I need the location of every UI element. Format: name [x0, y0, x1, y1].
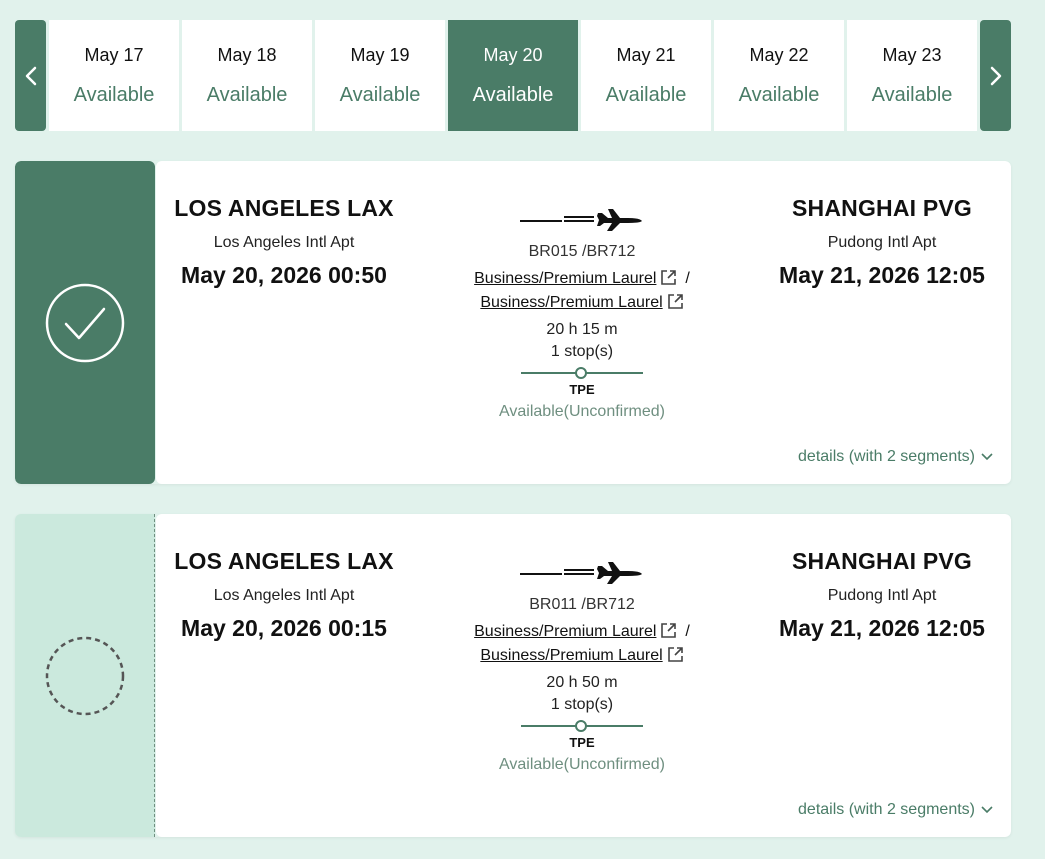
destination-block: SHANGHAI PVG Pudong Intl Apt May 21, 202…	[752, 195, 1011, 289]
arrival-datetime: May 21, 2026 12:05	[779, 615, 985, 641]
stop-airport-code: TPE	[569, 382, 595, 397]
chevron-down-icon	[981, 453, 993, 461]
destination-city: SHANGHAI PVG	[791, 195, 973, 221]
departure-datetime: May 20, 2026 00:50	[181, 262, 387, 288]
route-line	[521, 367, 643, 379]
flight-numbers: BR011 /BR712	[529, 596, 635, 613]
origin-airport: Los Angeles Intl Apt	[213, 234, 355, 251]
origin-airport: Los Angeles Intl Apt	[213, 587, 355, 604]
date-tab[interactable]: May 18 Available	[182, 20, 312, 131]
origin-block: LOS ANGELES LAX Los Angeles Intl Apt May…	[154, 548, 414, 642]
date-label: May 22	[749, 44, 809, 65]
flight-route-info: BR011 /BR712 Business/Premium Laurel / Bu…	[452, 558, 712, 774]
next-dates-button[interactable]	[980, 20, 1011, 131]
stop-dot	[575, 367, 587, 379]
date-tabs: May 17 Available May 18 Available May 19 Av…	[49, 20, 977, 131]
date-label: May 21	[616, 44, 676, 65]
external-link-icon[interactable]	[667, 646, 684, 663]
details-toggle[interactable]: details (with 2 segments)	[798, 801, 993, 819]
departure-datetime: May 20, 2026 00:15	[181, 615, 387, 641]
flight-info: LOS ANGELES LAX Los Angeles Intl Apt May…	[156, 514, 1011, 837]
airplane-icon	[520, 562, 642, 584]
date-tab-selected[interactable]: May 20 Available	[448, 20, 578, 131]
details-toggle[interactable]: details (with 2 segments)	[798, 448, 993, 466]
cabin-class-link[interactable]: Business/Premium Laurel	[480, 647, 662, 664]
date-tab[interactable]: May 21 Available	[581, 20, 711, 131]
date-status: Available	[339, 83, 421, 106]
cabin-class-link[interactable]: Business/Premium Laurel	[480, 294, 662, 311]
stop-count: 1 stop(s)	[550, 696, 614, 713]
destination-airport: Pudong Intl Apt	[827, 234, 937, 251]
date-label: May 18	[217, 44, 277, 65]
stop-dot	[575, 720, 587, 732]
chevron-left-icon	[25, 66, 36, 85]
date-tab[interactable]: May 19 Available	[315, 20, 445, 131]
cabin-class-link[interactable]: Business/Premium Laurel	[474, 623, 656, 640]
seat-availability: Available(Unconfirmed)	[499, 756, 665, 773]
date-status: Available	[738, 83, 820, 106]
seat-availability: Available(Unconfirmed)	[499, 403, 665, 420]
date-tab[interactable]: May 22 Available	[714, 20, 844, 131]
destination-block: SHANGHAI PVG Pudong Intl Apt May 21, 202…	[752, 548, 1011, 642]
destination-city: SHANGHAI PVG	[791, 548, 973, 574]
external-link-icon[interactable]	[660, 269, 677, 286]
date-label: May 17	[84, 44, 144, 65]
flight-option-card: LOS ANGELES LAX Los Angeles Intl Apt May…	[15, 514, 1011, 837]
route-line	[521, 720, 643, 732]
empty-circle-icon	[45, 636, 124, 715]
cabin-classes: Business/Premium Laurel / Business/Premiu…	[452, 620, 712, 668]
cabin-classes: Business/Premium Laurel / Business/Premiu…	[452, 267, 712, 315]
stop-airport-code: TPE	[569, 735, 595, 750]
date-tab[interactable]: May 17 Available	[49, 20, 179, 131]
destination-airport: Pudong Intl Apt	[827, 587, 937, 604]
details-label: details (with 2 segments)	[798, 801, 975, 818]
prev-dates-button[interactable]	[15, 20, 46, 131]
cabin-separator: /	[685, 270, 690, 287]
date-status: Available	[605, 83, 687, 106]
external-link-icon[interactable]	[667, 293, 684, 310]
flight-info: LOS ANGELES LAX Los Angeles Intl Apt May…	[156, 161, 1011, 484]
origin-block: LOS ANGELES LAX Los Angeles Intl Apt May…	[154, 195, 414, 289]
date-selector: May 17 Available May 18 Available May 19 Av…	[15, 20, 1011, 131]
flight-select-toggle[interactable]	[15, 161, 155, 484]
stop-count: 1 stop(s)	[550, 343, 614, 360]
flight-select-toggle[interactable]	[15, 514, 155, 837]
flight-route-info: BR015 /BR712 Business/Premium Laurel / Bu…	[452, 205, 712, 421]
date-label: May 20	[483, 44, 543, 65]
arrival-datetime: May 21, 2026 12:05	[779, 262, 985, 288]
date-status: Available	[206, 83, 288, 106]
date-tab[interactable]: May 23 Available	[847, 20, 977, 131]
cabin-separator: /	[685, 623, 690, 640]
airplane-icon	[520, 209, 642, 231]
flight-duration: 20 h 15 m	[546, 321, 618, 338]
date-status: Available	[871, 83, 953, 106]
origin-city: LOS ANGELES LAX	[174, 548, 394, 574]
origin-city: LOS ANGELES LAX	[174, 195, 394, 221]
checkmark-circle-icon	[45, 283, 125, 362]
cabin-class-link[interactable]: Business/Premium Laurel	[474, 270, 656, 287]
chevron-down-icon	[981, 806, 993, 814]
chevron-right-icon	[990, 66, 1001, 85]
date-label: May 23	[882, 44, 942, 65]
date-status: Available	[73, 83, 155, 106]
external-link-icon[interactable]	[660, 622, 677, 639]
date-status: Available	[472, 83, 554, 106]
flight-numbers: BR015 /BR712	[528, 243, 636, 260]
flight-duration: 20 h 50 m	[546, 674, 618, 691]
flight-option-card: LOS ANGELES LAX Los Angeles Intl Apt May…	[15, 161, 1011, 484]
date-label: May 19	[350, 44, 410, 65]
details-label: details (with 2 segments)	[798, 448, 975, 465]
